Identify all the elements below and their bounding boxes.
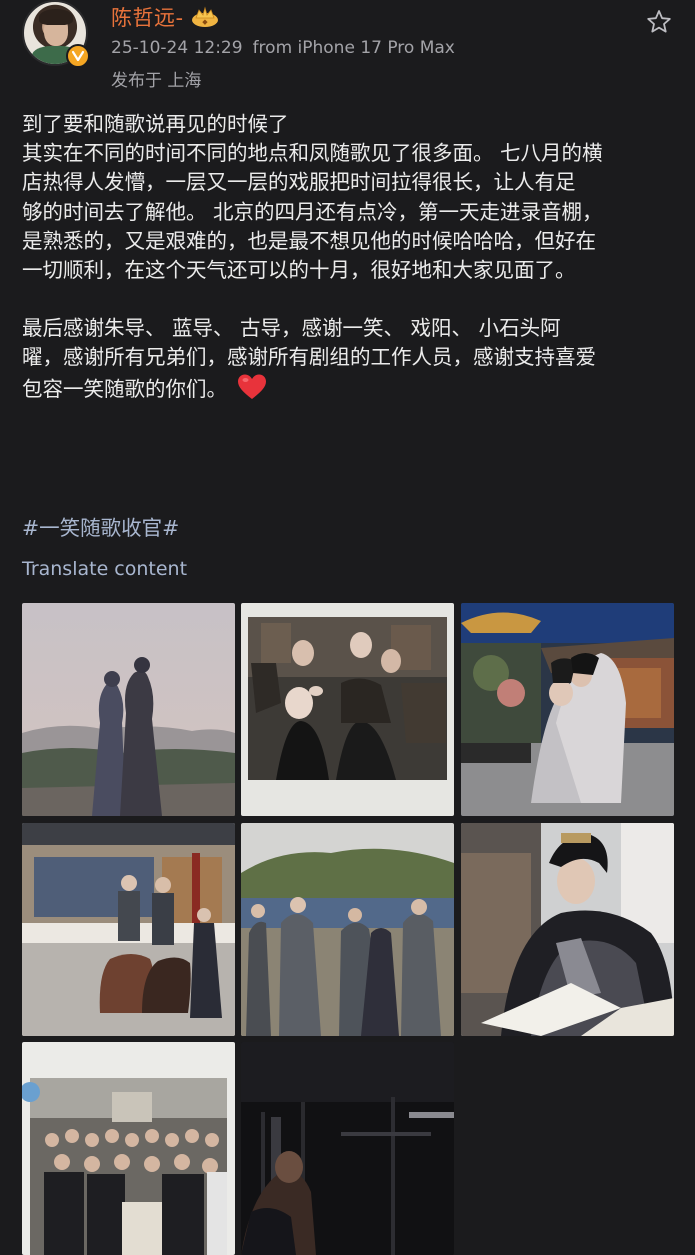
post-line: 一切顺利，在这个天气还可以的十月，很好地和大家见面了。 <box>22 258 576 283</box>
photo-5[interactable] <box>241 823 454 1036</box>
photo-3[interactable] <box>461 603 674 816</box>
photo-1[interactable] <box>22 603 235 816</box>
post-body: 到了要和随歌说再见的时候了 其实在不同的时间不同的地点和凤随歌见了很多面。 七八… <box>22 110 677 404</box>
post-line: 是熟悉的，又是艰难的，也是最不想见他的时候哈哈哈，但好在 <box>22 228 596 253</box>
crown-badge-icon: ◆ <box>191 6 218 27</box>
post-timestamp: 25-10-24 12:29 <box>111 38 243 58</box>
hashtag-link[interactable]: #一笑随歌收官# <box>22 511 179 541</box>
author-name[interactable]: 陈哲远- <box>111 2 184 32</box>
post-line: 最后感谢朱导、 蓝导、 古导，感谢一笑、 戏阳、 小石头阿 <box>22 316 561 341</box>
heart-emoji-icon <box>238 374 266 399</box>
photo-7[interactable] <box>22 1042 235 1255</box>
photo-6[interactable] <box>461 823 674 1036</box>
post-line: 店热得人发懵，一层又一层的戏服把时间拉得很长，让人有足 <box>22 170 576 195</box>
post-line: 够的时间去了解他。 北京的四月还有点冷，第一天走进录音棚， <box>22 199 603 224</box>
post-header: 陈哲远- ◆ 25-10-24 12:29 from iPhone 17 Pro … <box>0 0 695 100</box>
star-icon[interactable] <box>645 8 673 36</box>
post-line: 到了要和随歌说再见的时候了 <box>22 112 289 136</box>
post-location: 发布于 上海 <box>111 71 202 91</box>
username-row: 陈哲远- ◆ <box>111 3 220 31</box>
photo-4[interactable] <box>22 823 235 1036</box>
post-line-last: 包容一笑随歌的你们。 <box>22 373 677 404</box>
post-line: 其实在不同的时间不同的地点和凤随歌见了很多面。 七八月的横 <box>22 141 603 166</box>
post-line-text: 包容一笑随歌的你们。 <box>22 376 227 401</box>
svg-text:◆: ◆ <box>202 18 208 26</box>
verified-badge-icon <box>66 44 90 68</box>
post-line: 曜，感谢所有兄弟们，感谢所有剧组的工作人员，感谢支持喜爱 <box>22 345 596 370</box>
post-device: from iPhone 17 Pro Max <box>252 38 455 58</box>
photo-2[interactable] <box>241 603 454 816</box>
photo-8[interactable] <box>241 1042 454 1255</box>
translate-content-link[interactable]: Translate content <box>22 558 187 580</box>
post-meta: 25-10-24 12:29 from iPhone 17 Pro Max <box>111 38 455 58</box>
